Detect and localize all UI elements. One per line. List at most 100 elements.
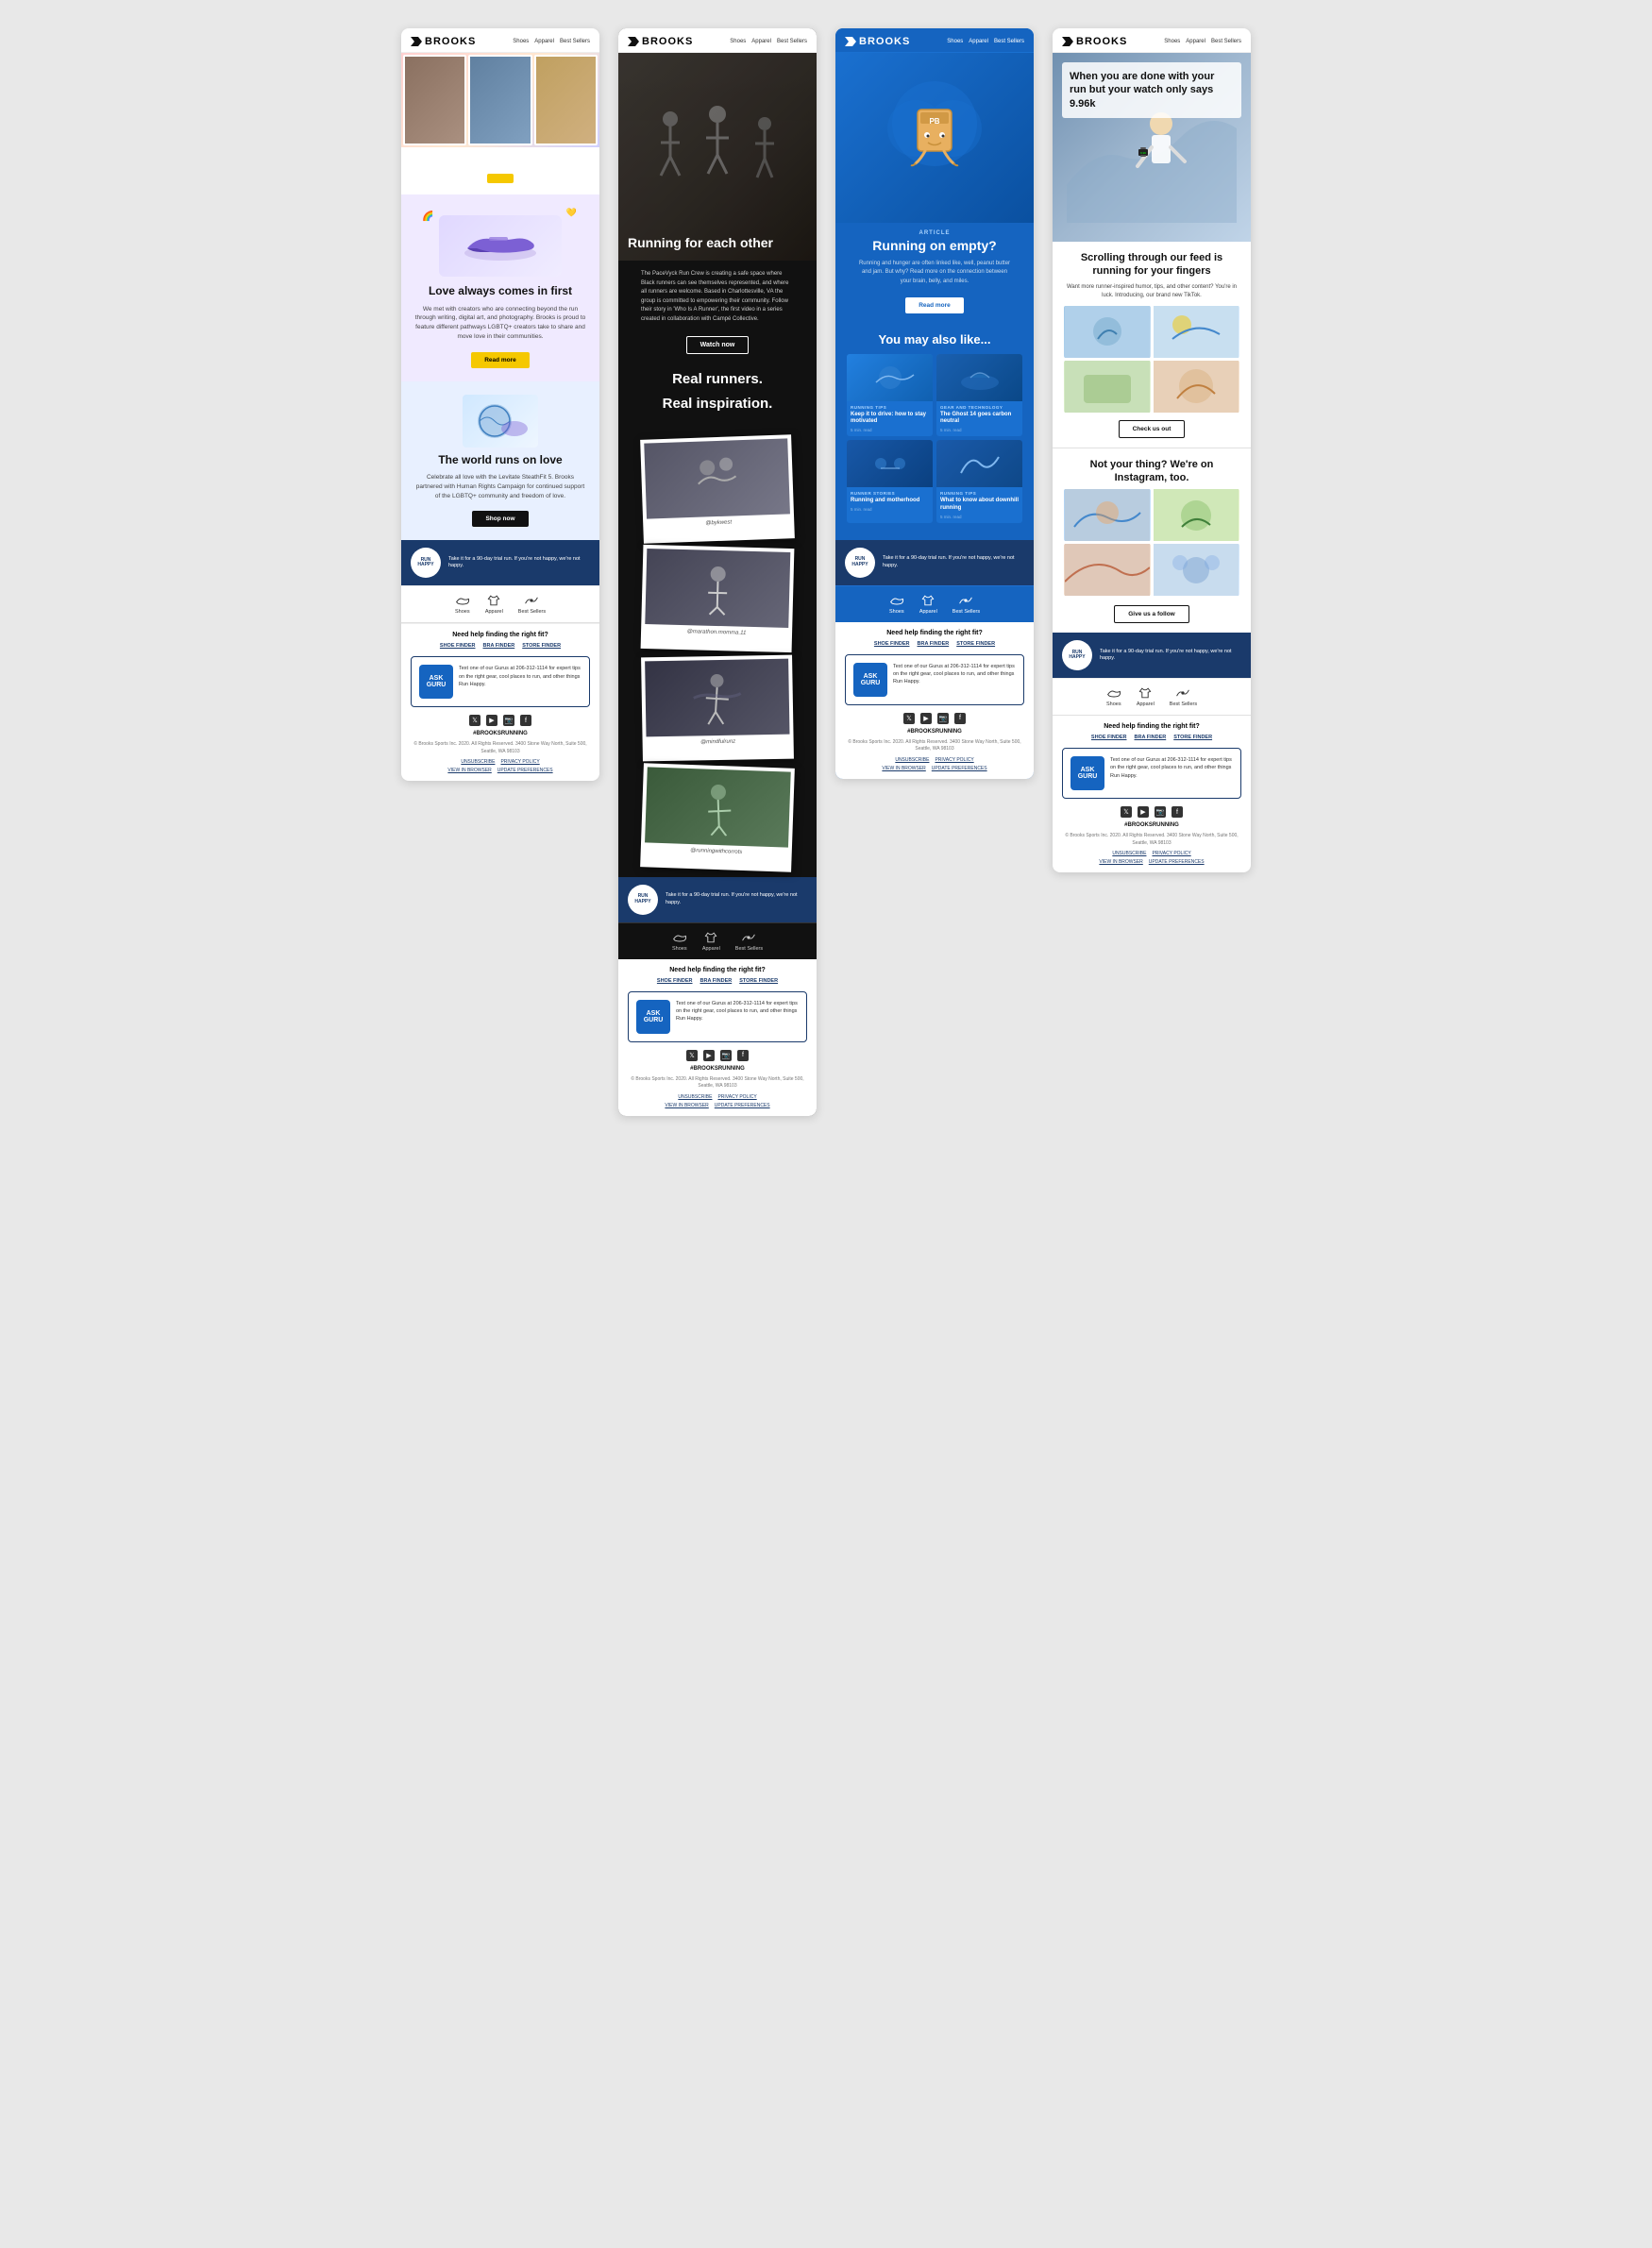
instagram-icon-2[interactable]: 📷 bbox=[720, 1050, 732, 1061]
read-more-button-3[interactable]: Read more bbox=[905, 297, 964, 313]
store-finder-4[interactable]: STORE FINDER bbox=[1173, 735, 1212, 740]
email-2-header: BROOKS Shoes Apparel Best Sellers bbox=[618, 28, 817, 53]
youtube-icon-3[interactable]: ▶ bbox=[920, 713, 932, 724]
shoe-image-1 bbox=[439, 215, 562, 277]
email-2-hero-title: Running for each other bbox=[628, 235, 807, 251]
rainbow-decoration: 🌈 bbox=[422, 211, 433, 222]
nav-bestsellers-1[interactable]: Best Sellers bbox=[560, 39, 590, 44]
instagram-cell-4 bbox=[1154, 544, 1240, 596]
nav-apparel-1[interactable]: Apparel bbox=[534, 39, 554, 44]
instagram-img-2 bbox=[1154, 489, 1239, 541]
twitter-icon-2[interactable]: 𝕏 bbox=[686, 1050, 698, 1061]
privacy-1[interactable]: PRIVACY POLICY bbox=[500, 759, 539, 765]
give-follow-button[interactable]: Give us a follow bbox=[1114, 605, 1188, 623]
footer-nav-apparel-4[interactable]: Apparel bbox=[1137, 686, 1155, 707]
shop-now-button-1[interactable]: Read more bbox=[471, 352, 530, 368]
guru-logo-2: ASKGURU bbox=[636, 1000, 670, 1034]
youtube-icon-1[interactable]: ▶ bbox=[486, 715, 497, 726]
nav-shoes-2[interactable]: Shoes bbox=[730, 39, 746, 44]
nav-bestsellers-4[interactable]: Best Sellers bbox=[1211, 39, 1241, 44]
store-finder-link-1[interactable]: STORE FINDER bbox=[522, 643, 561, 649]
nav-apparel-3[interactable]: Apparel bbox=[969, 39, 988, 44]
unsubscribe-1[interactable]: UNSUBSCRIBE bbox=[461, 759, 495, 765]
instagram-icon-1[interactable]: 📷 bbox=[503, 715, 514, 726]
unsubscribe-2[interactable]: UNSUBSCRIBE bbox=[678, 1094, 712, 1100]
footer-nav-apparel-1[interactable]: Apparel bbox=[485, 594, 503, 615]
store-finder-3[interactable]: STORE FINDER bbox=[956, 641, 995, 647]
bra-finder-3[interactable]: BRA FINDER bbox=[918, 641, 950, 647]
card-meta-4: 5 min. read bbox=[940, 515, 1019, 519]
youtube-icon-2[interactable]: ▶ bbox=[703, 1050, 715, 1061]
facebook-icon-2[interactable]: f bbox=[737, 1050, 749, 1061]
update-prefs-3[interactable]: UPDATE PREFERENCES bbox=[932, 766, 987, 771]
article-card-4[interactable]: RUNNING TIPS What to know about downhill… bbox=[936, 440, 1022, 523]
footer-nav-apparel-2[interactable]: Apparel bbox=[702, 931, 720, 952]
privacy-2[interactable]: PRIVACY POLICY bbox=[717, 1094, 756, 1100]
tiktok-body: Want more runner-inspired humor, tips, a… bbox=[1064, 283, 1239, 300]
card-tag-1: RUNNING TIPS bbox=[851, 405, 929, 410]
read-more-button-1[interactable] bbox=[487, 174, 514, 183]
polaroid-1: @bykwest bbox=[640, 434, 795, 544]
twitter-icon-4[interactable]: 𝕏 bbox=[1121, 806, 1132, 818]
footer-bestsellers-3: Best Sellers bbox=[952, 609, 980, 615]
real-runners-line1: Real runners. bbox=[630, 371, 805, 388]
twitter-icon-3[interactable]: 𝕏 bbox=[903, 713, 915, 724]
nav-bestsellers-3[interactable]: Best Sellers bbox=[994, 39, 1024, 44]
article-title: Running on empty? bbox=[845, 238, 1024, 260]
footer-nav-shoes-4[interactable]: Shoes bbox=[1106, 686, 1121, 707]
footer-nav-shoes-2[interactable]: Shoes bbox=[672, 931, 687, 952]
shoe-finder-link-1[interactable]: SHOE FINDER bbox=[440, 643, 476, 649]
facebook-icon-3[interactable]: f bbox=[954, 713, 966, 724]
nav-apparel-2[interactable]: Apparel bbox=[751, 39, 771, 44]
explore-button-1[interactable]: Shop now bbox=[472, 511, 528, 527]
shoe-finder-2[interactable]: SHOE FINDER bbox=[657, 978, 693, 984]
watch-now-button[interactable]: Watch now bbox=[686, 336, 750, 354]
polaroid-img-4 bbox=[645, 767, 791, 847]
unsubscribe-3[interactable]: UNSUBSCRIBE bbox=[895, 757, 929, 763]
email-1-social: 𝕏 ▶ 📷 f bbox=[411, 715, 590, 726]
tiktok-img-2 bbox=[1154, 306, 1239, 358]
footer-nav-apparel-3[interactable]: Apparel bbox=[919, 594, 937, 615]
check-us-out-button[interactable]: Check us out bbox=[1119, 420, 1186, 438]
article-card-2[interactable]: GEAR AND TECHNOLOGY The Ghost 14 goes ca… bbox=[936, 354, 1022, 437]
shoe-finder-3[interactable]: SHOE FINDER bbox=[874, 641, 910, 647]
view-browser-3[interactable]: VIEW IN BROWSER bbox=[882, 766, 925, 771]
update-prefs-1[interactable]: UPDATE PREFERENCES bbox=[497, 768, 553, 773]
view-browser-1[interactable]: VIEW IN BROWSER bbox=[447, 768, 491, 773]
article-card-3[interactable]: RUNNER STORIES Running and motherhood 5 … bbox=[847, 440, 933, 523]
footer-nav-bestsellers-2[interactable]: Best Sellers bbox=[735, 931, 763, 952]
footer-nav-shoes-1[interactable]: Shoes bbox=[455, 594, 470, 615]
shoe-finder-4[interactable]: SHOE FINDER bbox=[1091, 735, 1127, 740]
nav-shoes-1[interactable]: Shoes bbox=[513, 39, 529, 44]
facebook-icon-4[interactable]: f bbox=[1172, 806, 1183, 818]
email-4-hero: 9.96 When you are done with your run but… bbox=[1053, 53, 1251, 242]
privacy-3[interactable]: PRIVACY POLICY bbox=[935, 757, 973, 763]
instagram-icon-4[interactable]: 📷 bbox=[1155, 806, 1166, 818]
footer-nav-shoes-3[interactable]: Shoes bbox=[889, 594, 904, 615]
youtube-icon-4[interactable]: ▶ bbox=[1138, 806, 1149, 818]
store-finder-2[interactable]: STORE FINDER bbox=[739, 978, 778, 984]
nav-shoes-4[interactable]: Shoes bbox=[1164, 39, 1180, 44]
article-card-1[interactable]: RUNNING TIPS Keep it to drive: how to st… bbox=[847, 354, 933, 437]
update-prefs-4[interactable]: UPDATE PREFERENCES bbox=[1149, 859, 1205, 865]
facebook-icon-1[interactable]: f bbox=[520, 715, 531, 726]
view-browser-2[interactable]: VIEW IN BROWSER bbox=[665, 1103, 708, 1108]
footer-nav-bestsellers-3[interactable]: Best Sellers bbox=[952, 594, 980, 615]
footer-nav-bestsellers-4[interactable]: Best Sellers bbox=[1170, 686, 1197, 707]
nav-apparel-4[interactable]: Apparel bbox=[1186, 39, 1205, 44]
update-prefs-2[interactable]: UPDATE PREFERENCES bbox=[715, 1103, 770, 1108]
bra-finder-link-1[interactable]: BRA FINDER bbox=[483, 643, 515, 649]
email-4-footer-section: Need help finding the right fit? SHOE FI… bbox=[1053, 716, 1251, 872]
bestsellers-icon-4 bbox=[1175, 686, 1190, 700]
footer-nav-bestsellers-1[interactable]: Best Sellers bbox=[518, 594, 546, 615]
bra-finder-2[interactable]: BRA FINDER bbox=[700, 978, 733, 984]
nav-shoes-3[interactable]: Shoes bbox=[947, 39, 963, 44]
view-browser-4[interactable]: VIEW IN BROWSER bbox=[1099, 859, 1142, 865]
bra-finder-4[interactable]: BRA FINDER bbox=[1135, 735, 1167, 740]
privacy-4[interactable]: PRIVACY POLICY bbox=[1152, 851, 1190, 856]
unsubscribe-4[interactable]: UNSUBSCRIBE bbox=[1112, 851, 1146, 856]
email-4-header: BROOKS Shoes Apparel Best Sellers bbox=[1053, 28, 1251, 53]
twitter-icon-1[interactable]: 𝕏 bbox=[469, 715, 480, 726]
nav-bestsellers-2[interactable]: Best Sellers bbox=[777, 39, 807, 44]
instagram-icon-3[interactable]: 📷 bbox=[937, 713, 949, 724]
